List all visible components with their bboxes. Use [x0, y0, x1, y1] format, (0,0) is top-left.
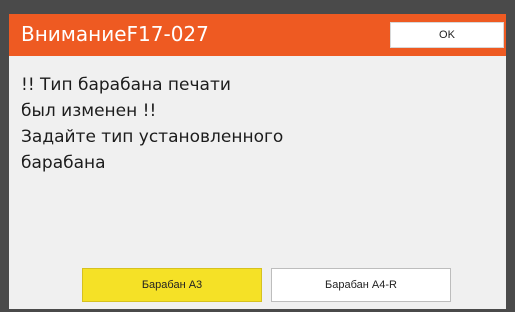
- message-line-4: барабана: [21, 153, 106, 173]
- message-line-1: !! Тип барабана печати: [21, 75, 231, 95]
- dialog-title-bar: ВниманиеF17-027 OK: [9, 14, 506, 56]
- ok-button[interactable]: OK: [390, 22, 504, 48]
- warning-message: !! Тип барабана печати был изменен !! За…: [21, 72, 283, 176]
- drum-a3-button[interactable]: Барабан A3: [82, 268, 262, 302]
- dialog-title: ВниманиеF17-027: [21, 22, 209, 46]
- drum-a4r-button[interactable]: Барабан A4-R: [271, 268, 451, 302]
- message-line-2: был изменен !!: [21, 101, 157, 121]
- warning-dialog: ВниманиеF17-027 OK !! Тип барабана печат…: [9, 14, 506, 309]
- message-line-3: Задайте тип установленного: [21, 127, 284, 147]
